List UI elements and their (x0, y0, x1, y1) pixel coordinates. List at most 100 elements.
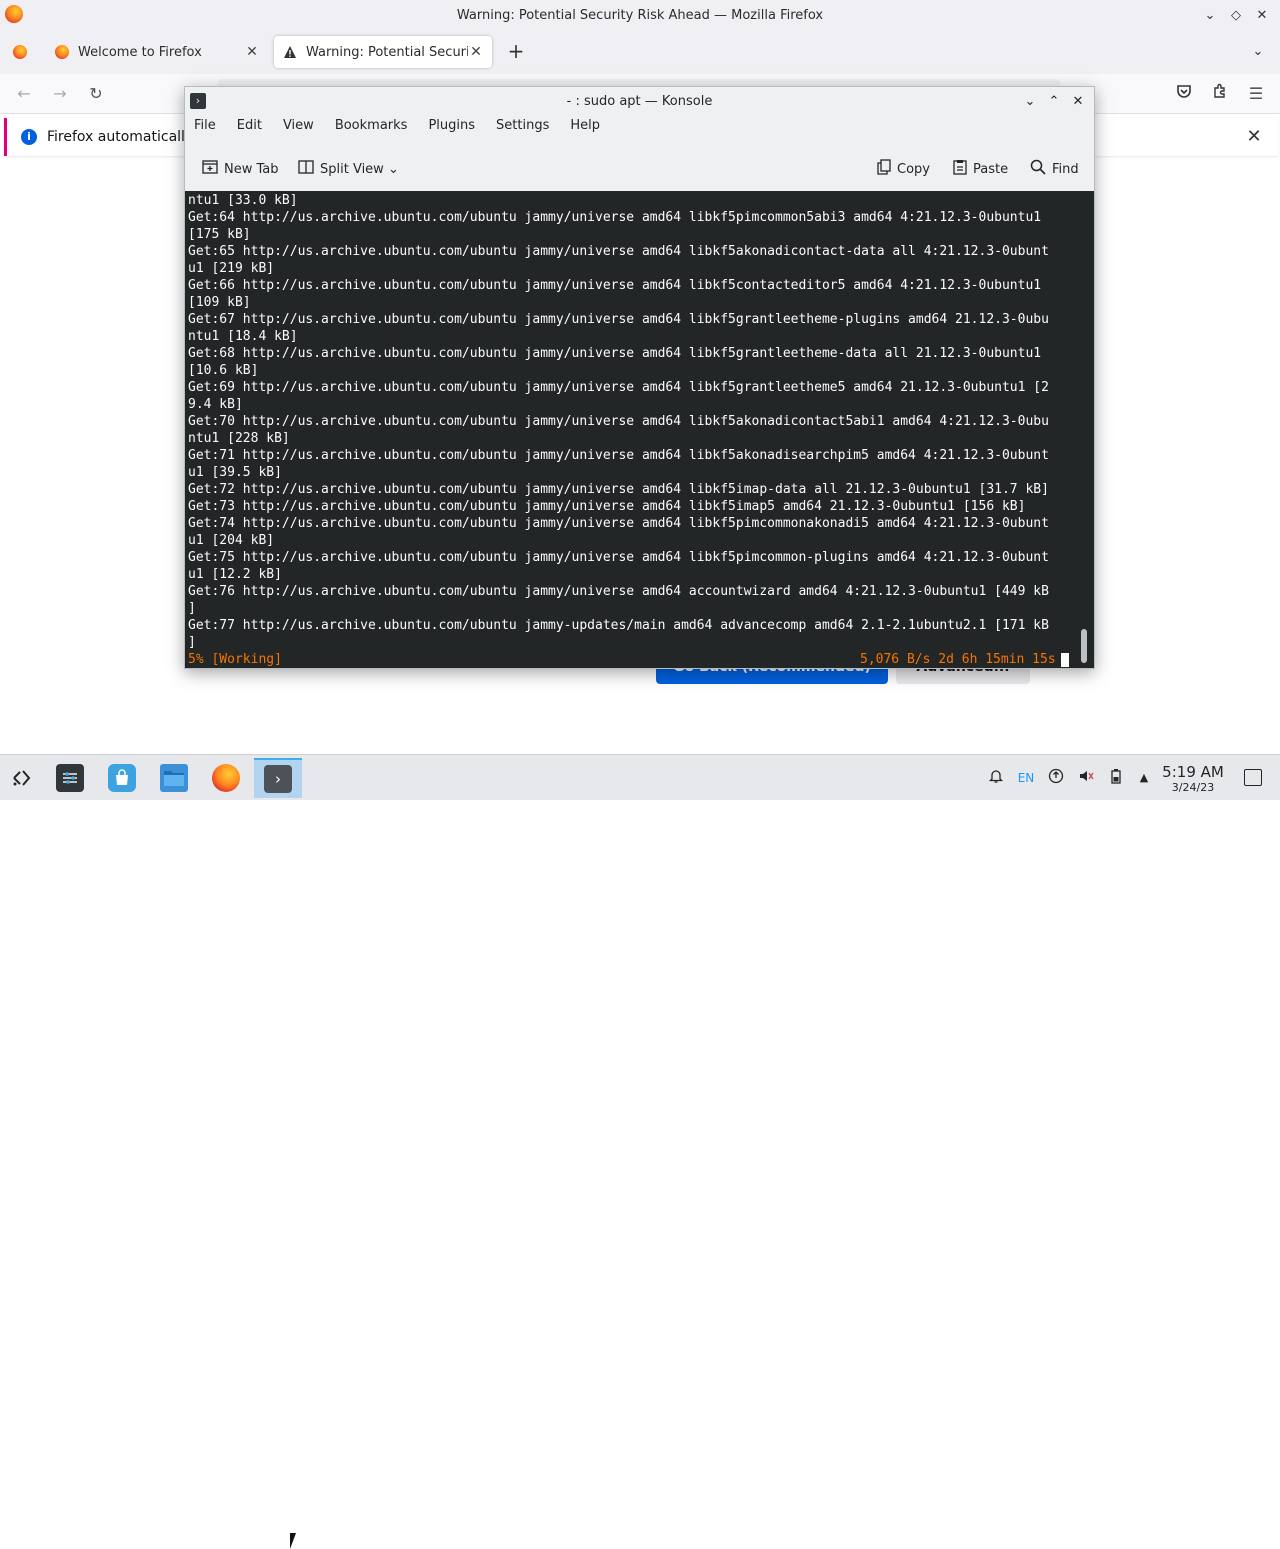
reload-icon[interactable]: ↻ (84, 82, 108, 106)
terminal-scrollbar[interactable] (1081, 629, 1087, 663)
mouse-cursor-icon (290, 1533, 296, 1549)
terminal-line: 9.4 kB] (188, 397, 243, 412)
konsole-toolbar: New Tab Split View ⌄ Copy Paste Find (185, 151, 1094, 187)
notifications-icon[interactable] (986, 768, 1006, 788)
konsole-icon: › (190, 93, 206, 109)
copy-label: Copy (897, 161, 930, 177)
firefox-view-button[interactable] (8, 40, 32, 64)
konsole-titlebar: › - : sudo apt — Konsole ⌄ ⌃ ✕ (185, 87, 1094, 115)
split-view-icon (298, 160, 314, 178)
hamburger-menu-icon[interactable]: ☰ (1244, 82, 1268, 106)
konsole-title: - : sudo apt — Konsole (566, 93, 713, 109)
split-view-dropdown-icon[interactable]: ⌄ (388, 159, 399, 179)
maximize-icon[interactable]: ◇ (1224, 3, 1248, 27)
minimize-icon[interactable]: ⌄ (1198, 3, 1222, 27)
konsole-menubar: File Edit View Bookmarks Plugins Setting… (185, 118, 1094, 133)
tab-label: Welcome to Firefox (78, 44, 202, 60)
back-icon[interactable]: ← (12, 82, 36, 106)
terminal-line: Get:64 http://us.archive.ubuntu.com/ubun… (188, 210, 1042, 225)
volume-muted-icon[interactable] (1076, 768, 1096, 788)
pocket-icon[interactable] (1172, 82, 1196, 106)
terminal-line: Get:71 http://us.archive.ubuntu.com/ubun… (188, 448, 1049, 463)
menu-view[interactable]: View (283, 118, 314, 133)
terminal-line: Get:72 http://us.archive.ubuntu.com/ubun… (188, 482, 1049, 497)
search-icon (1030, 159, 1046, 179)
notification-close-icon[interactable]: ✕ (1244, 127, 1264, 147)
terminal-line: Get:75 http://us.archive.ubuntu.com/ubun… (188, 550, 1049, 565)
find-label: Find (1052, 161, 1079, 177)
terminal-line: ] (188, 635, 196, 650)
minimize-icon[interactable]: ⌄ (1018, 89, 1042, 113)
terminal-line: u1 [12.2 kB] (188, 567, 282, 582)
terminal-line: u1 [219 kB] (188, 261, 275, 276)
updates-icon[interactable] (1046, 768, 1066, 788)
terminal-line: [109 kB] (188, 295, 251, 310)
terminal-line: Get:70 http://us.archive.ubuntu.com/ubun… (188, 414, 1049, 429)
menu-help[interactable]: Help (570, 118, 600, 133)
terminal-view[interactable]: ntu1 [33.0 kB] Get:64 http://us.archive.u… (185, 191, 1094, 668)
window-title: Warning: Potential Security Risk Ahead —… (456, 7, 824, 23)
extensions-icon[interactable] (1208, 82, 1232, 106)
tab-bar: Welcome to Firefox ✕ Warning: Potential … (0, 30, 1280, 74)
terminal-line: Get:65 http://us.archive.ubuntu.com/ubun… (188, 244, 1049, 259)
terminal-line: ntu1 [228 kB] (188, 431, 290, 446)
tab-security-warning[interactable]: Warning: Potential Security Risk Ahead ✕ (274, 36, 492, 68)
terminal-output: ntu1 [33.0 kB] Get:64 http://us.archive.u… (188, 192, 1049, 651)
find-button[interactable]: Find (1030, 159, 1079, 179)
notification-text: Firefox automatically s (47, 129, 205, 145)
menu-bookmarks[interactable]: Bookmarks (335, 118, 408, 133)
terminal-cursor (1061, 653, 1069, 667)
terminal-line: Get:69 http://us.archive.ubuntu.com/ubun… (188, 380, 1049, 395)
paste-button[interactable]: Paste (953, 159, 1008, 179)
system-tray-expand-icon[interactable]: ▲ (1134, 768, 1154, 788)
discover-store-icon[interactable] (102, 758, 142, 798)
clock-date: 3/24/23 (1171, 781, 1215, 794)
copy-button[interactable]: Copy (877, 159, 930, 179)
info-icon: i (21, 129, 37, 145)
clock-time: 5:19 AM (1162, 763, 1224, 781)
apt-download-rate: 5,076 B/s 2d 6h 15min 15s (860, 652, 1056, 667)
menu-edit[interactable]: Edit (237, 118, 262, 133)
show-desktop-icon[interactable] (1244, 769, 1262, 786)
firefox-favicon-icon (54, 44, 70, 60)
new-tab-label: New Tab (224, 161, 279, 177)
firefox-view-icon (13, 45, 27, 59)
menu-settings[interactable]: Settings (496, 118, 549, 133)
split-view-button[interactable]: Split View (298, 159, 384, 179)
firefox-titlebar: Warning: Potential Security Risk Ahead —… (0, 0, 1280, 30)
forward-icon[interactable]: → (48, 82, 72, 106)
tab-label: Warning: Potential Security Risk Ahead (306, 44, 468, 60)
new-tab-button[interactable]: + (504, 40, 528, 64)
digital-clock[interactable]: 5:19 AM 3/24/23 (1160, 763, 1226, 795)
file-manager-icon[interactable] (154, 758, 194, 798)
terminal-line: Get:76 http://us.archive.ubuntu.com/ubun… (188, 584, 1049, 599)
tab-close-icon[interactable]: ✕ (244, 44, 260, 60)
terminal-line: [175 kB] (188, 227, 251, 242)
terminal-line: [10.6 kB] (188, 363, 259, 378)
close-icon[interactable]: ✕ (1066, 89, 1090, 113)
paste-icon (953, 159, 967, 179)
terminal-line: Get:77 http://us.archive.ubuntu.com/ubun… (188, 618, 1049, 633)
tab-welcome[interactable]: Welcome to Firefox ✕ (46, 36, 268, 68)
menu-file[interactable]: File (194, 118, 216, 133)
menu-plugins[interactable]: Plugins (428, 118, 475, 133)
copy-icon (877, 159, 891, 179)
battery-icon[interactable] (1106, 768, 1126, 788)
new-tab-button[interactable]: New Tab (202, 159, 279, 179)
window-controls: ⌄ ◇ ✕ (1198, 0, 1280, 30)
close-icon[interactable]: ✕ (1250, 3, 1274, 27)
keyboard-layout-indicator[interactable]: EN (1014, 768, 1038, 788)
konsole-icon[interactable]: › (254, 758, 302, 798)
terminal-line: u1 [204 kB] (188, 533, 275, 548)
tab-close-icon[interactable]: ✕ (468, 44, 484, 60)
firefox-icon (5, 5, 23, 23)
firefox-icon[interactable] (206, 758, 246, 798)
maximize-icon[interactable]: ⌃ (1042, 89, 1066, 113)
list-all-tabs-icon[interactable]: ⌄ (1246, 40, 1270, 64)
apt-progress-status: 5% [Working] (188, 652, 282, 667)
paste-label: Paste (973, 161, 1009, 177)
application-launcher-icon[interactable] (2, 758, 42, 798)
system-settings-icon[interactable] (50, 758, 90, 798)
split-view-label: Split View (320, 161, 384, 177)
new-tab-icon (202, 160, 218, 178)
